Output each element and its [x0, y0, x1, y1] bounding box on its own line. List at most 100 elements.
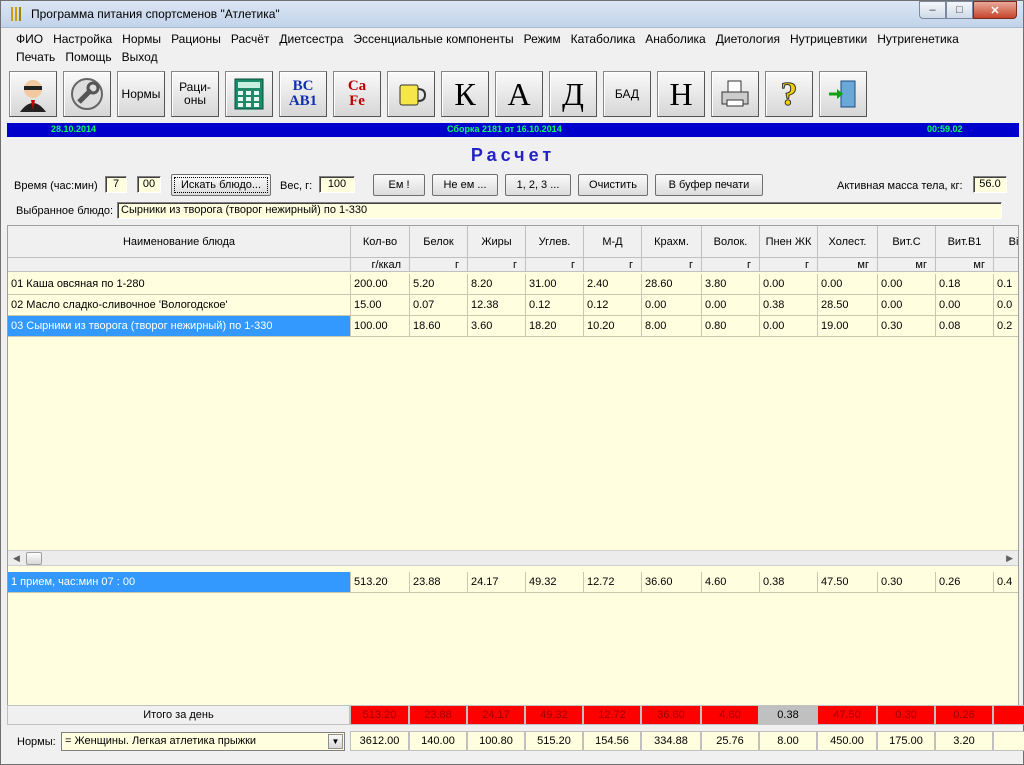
value-cell[interactable]: 0.00 [760, 274, 818, 295]
d-button[interactable]: Д [549, 71, 597, 117]
person-button[interactable] [9, 71, 57, 117]
menu-nutrigenetics[interactable]: Нутригенетика [872, 32, 964, 46]
value-cell[interactable]: 0.08 [936, 316, 994, 337]
table-row[interactable]: 03 Сырники из творога (творог нежирный) … [8, 316, 1018, 337]
value-cell[interactable]: 0.2 [994, 316, 1018, 337]
active-mass-input[interactable]: 56.0 [973, 176, 1007, 193]
maximize-button[interactable]: □ [946, 1, 973, 19]
value-cell[interactable]: 0.00 [878, 295, 936, 316]
dish-name-cell[interactable]: 01 Каша овсяная по 1-280 [8, 274, 351, 295]
minute-input[interactable]: 00 [137, 176, 161, 193]
column-header[interactable]: Углев. [526, 226, 584, 258]
column-header[interactable]: Белок [410, 226, 468, 258]
column-header[interactable]: Крахм. [642, 226, 702, 258]
value-cell[interactable]: 0.0 [994, 295, 1018, 316]
scroll-right-icon[interactable]: ▶ [1006, 553, 1013, 564]
column-header[interactable]: Вит.С [878, 226, 936, 258]
menu-settings[interactable]: Настройка [48, 32, 117, 46]
search-dish-button[interactable]: Искать блюдо... [171, 174, 271, 196]
menu-regime[interactable]: Режим [519, 32, 566, 46]
table-row[interactable]: 02 Масло сладко-сливочное 'Вологодское' 1… [8, 295, 1018, 316]
column-header[interactable]: Жиры [468, 226, 526, 258]
value-cell[interactable]: 0.18 [936, 274, 994, 295]
value-cell[interactable]: 19.00 [818, 316, 878, 337]
settings-button[interactable] [63, 71, 111, 117]
meal-summary-row[interactable]: 1 прием, час:мин 07 : 00 513.20 23.88 24.17… [8, 572, 1018, 593]
menu-calculation[interactable]: Расчёт [226, 32, 275, 46]
exit-button[interactable] [819, 71, 867, 117]
horizontal-scrollbar[interactable]: ◀ ▶ [8, 550, 1018, 566]
value-cell[interactable]: 0.1 [994, 274, 1018, 295]
value-cell[interactable]: 10.20 [584, 316, 642, 337]
value-cell[interactable]: 0.38 [760, 295, 818, 316]
value-cell[interactable]: 15.00 [351, 295, 410, 316]
column-header[interactable]: М-Д [584, 226, 642, 258]
not-eat-button[interactable]: Не ем ... [432, 174, 498, 196]
menu-dietology[interactable]: Диетология [711, 32, 785, 46]
value-cell[interactable]: 0.00 [642, 295, 702, 316]
close-button[interactable]: ✕ [973, 1, 1017, 19]
value-cell[interactable]: 31.00 [526, 274, 584, 295]
rations-toolbar-button[interactable]: Раци- оны [171, 71, 219, 117]
scroll-left-icon[interactable]: ◀ [13, 553, 20, 564]
value-cell[interactable]: 0.30 [878, 316, 936, 337]
a-button[interactable]: А [495, 71, 543, 117]
help-button[interactable]: ? [765, 71, 813, 117]
value-cell[interactable]: 18.20 [526, 316, 584, 337]
value-cell[interactable]: 18.60 [410, 316, 468, 337]
column-header[interactable]: Ві [994, 226, 1018, 258]
menu-exit[interactable]: Выход [117, 50, 163, 64]
name-column-header[interactable]: Наименование блюда [8, 226, 351, 258]
value-cell[interactable]: 0.12 [526, 295, 584, 316]
column-header[interactable]: Пнен ЖК [760, 226, 818, 258]
menu-fio[interactable]: ФИО [11, 32, 48, 46]
bad-button[interactable]: БАД [603, 71, 651, 117]
value-cell[interactable]: 0.00 [760, 316, 818, 337]
value-cell[interactable]: 0.00 [936, 295, 994, 316]
table-row[interactable]: 01 Каша овсяная по 1-280 200.00 5.20 8.20 31… [8, 274, 1018, 295]
value-cell[interactable]: 8.20 [468, 274, 526, 295]
value-cell[interactable]: 0.00 [818, 274, 878, 295]
value-cell[interactable]: 100.00 [351, 316, 410, 337]
n-button[interactable]: Н [657, 71, 705, 117]
selected-dish-field[interactable]: Сырники из творога (творог нежирный) по … [117, 202, 1002, 219]
minimize-button[interactable]: – [919, 1, 946, 19]
drink-button[interactable] [387, 71, 435, 117]
menu-norms[interactable]: Нормы [117, 32, 166, 46]
norms-toolbar-button[interactable]: Нормы [117, 71, 165, 117]
chevron-down-icon[interactable]: ▼ [328, 734, 343, 749]
column-header[interactable]: Волок. [702, 226, 760, 258]
value-cell[interactable]: 2.40 [584, 274, 642, 295]
minerals-button[interactable]: Ca Fe [333, 71, 381, 117]
k-button[interactable]: К [441, 71, 489, 117]
value-cell[interactable]: 0.00 [878, 274, 936, 295]
value-cell[interactable]: 0.12 [584, 295, 642, 316]
menu-catabolics[interactable]: Катаболика [566, 32, 641, 46]
value-cell[interactable]: 28.50 [818, 295, 878, 316]
value-cell[interactable]: 0.00 [702, 295, 760, 316]
clear-button[interactable]: Очистить [578, 174, 648, 196]
scroll-thumb[interactable] [26, 552, 42, 565]
value-cell[interactable]: 12.38 [468, 295, 526, 316]
calculator-button[interactable] [225, 71, 273, 117]
numbering-button[interactable]: 1, 2, 3 ... [505, 174, 571, 196]
value-cell[interactable]: 3.60 [468, 316, 526, 337]
value-cell[interactable]: 3.80 [702, 274, 760, 295]
meal-name-cell[interactable]: 1 прием, час:мин 07 : 00 [8, 572, 351, 593]
dish-name-cell[interactable]: 02 Масло сладко-сливочное 'Вологодское' [8, 295, 351, 316]
menu-anabolics[interactable]: Анаболика [640, 32, 710, 46]
dish-name-cell[interactable]: 03 Сырники из творога (творог нежирный) … [8, 316, 351, 337]
weight-input[interactable]: 100 [319, 176, 355, 193]
print-buffer-button[interactable]: В буфер печати [655, 174, 763, 196]
norms-select[interactable]: = Женщины. Легкая атлетика прыжки ▼ [61, 732, 345, 751]
value-cell[interactable]: 0.07 [410, 295, 468, 316]
menu-print[interactable]: Печать [11, 50, 60, 64]
value-cell[interactable]: 200.00 [351, 274, 410, 295]
value-cell[interactable]: 8.00 [642, 316, 702, 337]
menu-essential-components[interactable]: Эссенциальные компоненты [348, 32, 518, 46]
value-cell[interactable]: 28.60 [642, 274, 702, 295]
menu-help[interactable]: Помощь [60, 50, 116, 64]
eat-button[interactable]: Ем ! [373, 174, 425, 196]
column-header[interactable]: Холест. [818, 226, 878, 258]
hour-input[interactable]: 7 [105, 176, 127, 193]
